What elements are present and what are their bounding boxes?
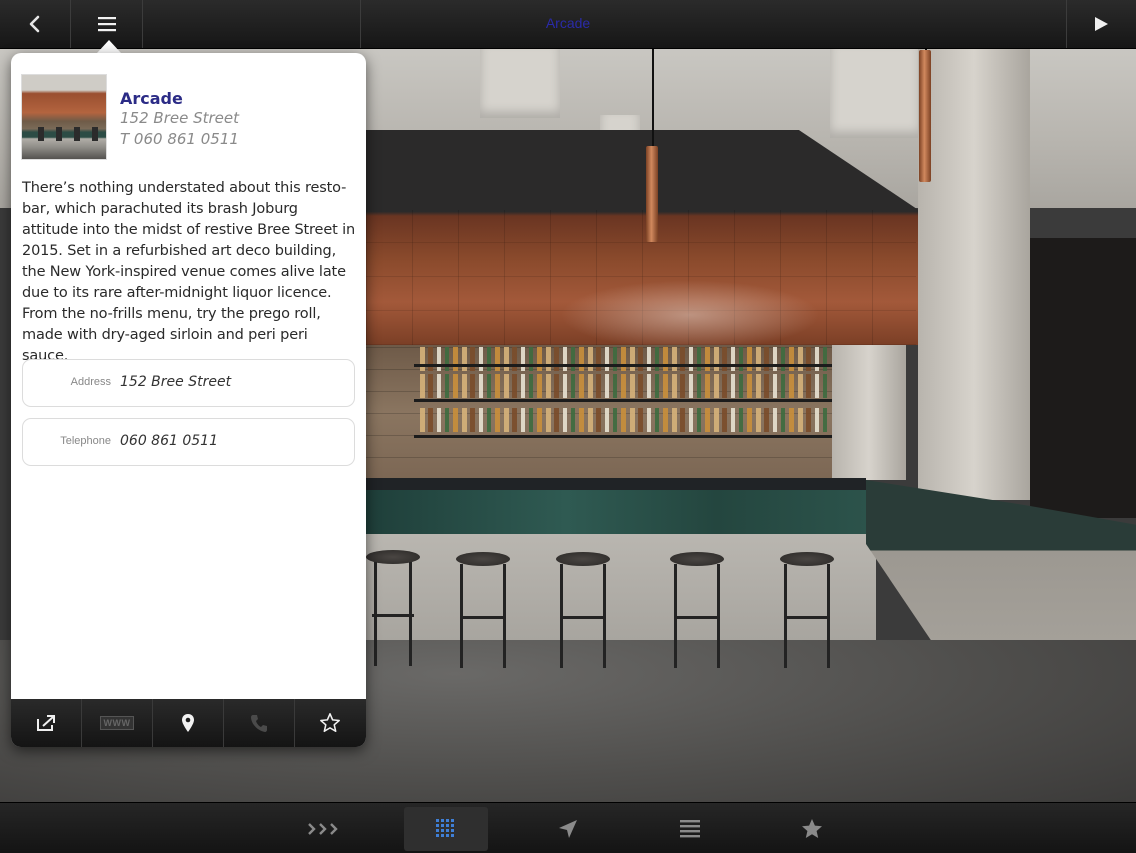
venue-phone-line: T 060 861 0511 <box>120 130 239 148</box>
telephone-field[interactable]: Telephone 060 861 0511 <box>22 418 355 466</box>
www-icon: WWW <box>99 716 135 730</box>
website-button[interactable]: WWW <box>82 699 152 747</box>
shelf <box>414 435 832 438</box>
venue-address-line: 152 Bree Street <box>120 109 239 127</box>
grid-icon <box>436 819 454 837</box>
map-pin-icon <box>182 714 194 732</box>
address-label: Address <box>70 376 111 388</box>
venue-detail-popover: Arcade 152 Bree Street T 060 861 0511 Th… <box>11 53 366 747</box>
bar-stool <box>556 552 610 668</box>
bar-stool <box>780 552 834 668</box>
tab-favorites[interactable] <box>770 807 854 851</box>
popover-arrow <box>97 40 121 53</box>
tab-navigate[interactable] <box>526 807 610 851</box>
bottom-tab-bar <box>0 802 1136 853</box>
bar-stool <box>670 552 724 668</box>
navigation-arrow-icon <box>559 820 577 838</box>
page-title[interactable]: Arcade <box>468 15 668 31</box>
ceiling-beam <box>830 48 920 138</box>
bottle-row <box>420 374 830 398</box>
favorite-button[interactable] <box>295 699 365 747</box>
chevrons-right-icon <box>308 823 338 835</box>
address-field[interactable]: Address 152 Bree Street <box>22 359 355 407</box>
list-lines-icon <box>680 820 700 838</box>
tab-grid[interactable] <box>404 807 488 851</box>
play-button[interactable] <box>1066 0 1136 48</box>
venue-thumbnail <box>22 75 106 159</box>
play-icon <box>1095 17 1108 31</box>
ceiling-beam <box>480 48 560 118</box>
venue-description: There’s nothing understated about this r… <box>22 180 355 364</box>
back-button[interactable] <box>0 0 70 48</box>
bar-stool <box>456 552 510 668</box>
bottle-row <box>420 347 830 371</box>
map-button[interactable] <box>153 699 223 747</box>
share-icon <box>37 715 55 731</box>
shelf <box>414 399 832 402</box>
pendant-lamp <box>646 146 658 242</box>
bar-counter-marble <box>366 490 866 534</box>
tab-list[interactable] <box>648 807 732 851</box>
tab-browse[interactable] <box>282 807 366 851</box>
call-button[interactable] <box>224 699 294 747</box>
share-button[interactable] <box>11 699 81 747</box>
star-icon <box>802 819 822 838</box>
telephone-label: Telephone <box>60 435 111 447</box>
venue-name: Arcade <box>120 89 183 108</box>
popover-action-bar: WWW <box>11 699 366 747</box>
back-room <box>1030 238 1136 518</box>
shelf <box>414 364 832 367</box>
address-value: 152 Bree Street <box>120 374 232 390</box>
star-outline-icon <box>320 713 340 733</box>
bottle-row <box>420 408 830 432</box>
list-icon <box>97 17 116 32</box>
telephone-value: 060 861 0511 <box>120 433 218 449</box>
concrete-pillar <box>832 345 906 480</box>
phone-icon <box>251 715 267 732</box>
top-navigation-bar: Arcade <box>0 0 1136 49</box>
pendant-lamp <box>919 50 931 182</box>
chevron-left-icon <box>29 15 40 33</box>
bar-stool <box>366 550 420 666</box>
concrete-pillar <box>918 48 1030 500</box>
